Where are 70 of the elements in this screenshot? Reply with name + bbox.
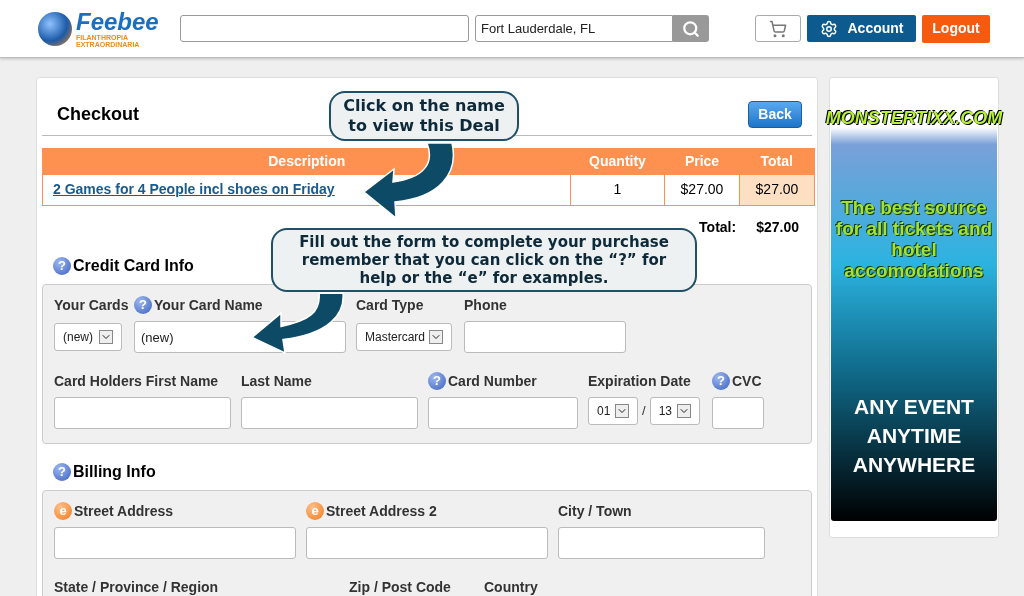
ad-slogan: ANYTIME — [866, 423, 962, 449]
text-field[interactable] — [54, 397, 231, 429]
help-icon[interactable]: ? — [712, 372, 730, 390]
column-header: Price — [664, 148, 740, 175]
total-value: $27.00 — [756, 218, 799, 237]
cart-button[interactable] — [755, 15, 801, 42]
back-button[interactable]: Back — [748, 101, 802, 128]
field-label: CVC — [732, 371, 762, 391]
table-cell: $27.00 — [739, 174, 815, 206]
field-label: Card Number — [448, 371, 537, 391]
field-label: Country — [484, 577, 538, 596]
field-label: State / Province / Region — [54, 577, 219, 596]
page-title: Checkout — [57, 103, 139, 126]
ad-slogan: ANYWHERE — [852, 452, 976, 478]
deal-link[interactable]: 2 Games for 4 People incl shoes on Friday — [53, 181, 335, 198]
dropdown-caret-icon — [99, 330, 113, 344]
cart-icon — [769, 19, 787, 38]
help-icon[interactable]: ? — [428, 372, 446, 390]
help-icon[interactable]: ? — [53, 257, 71, 275]
total-label: Total: — [699, 218, 737, 237]
section-heading: Billing Info — [73, 462, 156, 482]
account-button[interactable]: Account — [807, 15, 916, 42]
search-button[interactable] — [673, 15, 709, 42]
table-cell: 1 — [570, 174, 665, 206]
text-field[interactable] — [306, 527, 548, 559]
text-field[interactable] — [712, 397, 764, 429]
text-field[interactable] — [464, 321, 626, 353]
settings-icon — [819, 19, 838, 38]
search-field[interactable] — [180, 15, 469, 42]
logout-button[interactable]: Logout — [922, 14, 990, 43]
dropdown[interactable]: Mastercard — [356, 323, 452, 351]
tooltip-callout: Fill out the form to complete your purchase remember that you can click on the “?” for help or the “e” for examples. — [271, 228, 697, 292]
column-header: Description — [42, 148, 571, 175]
dropdown-caret-icon — [676, 404, 691, 418]
text-field[interactable] — [54, 527, 296, 559]
field-label: Your Cards — [54, 295, 129, 315]
field-label: Street Address — [74, 501, 174, 521]
column-header: Quantity — [570, 148, 665, 175]
example-icon[interactable]: e — [306, 502, 324, 520]
dropdown[interactable]: 01 — [588, 397, 638, 425]
dropdown-caret-icon — [615, 404, 629, 418]
help-icon[interactable]: ? — [53, 463, 71, 481]
column-header: Total — [739, 148, 815, 175]
ad-slogan: ANY EVENT — [854, 394, 974, 420]
tooltip-callout: Click on the name to view this Deal — [329, 91, 519, 141]
table-cell: $27.00 — [664, 174, 740, 206]
ad-tagline: The best source for all tickets and hotel accomodations — [834, 197, 994, 281]
dropdown[interactable]: 13 — [649, 397, 700, 425]
field-label: Last Name — [241, 371, 312, 391]
help-icon[interactable]: ? — [134, 296, 152, 314]
example-icon[interactable]: e — [54, 502, 72, 520]
field-label: Phone — [464, 295, 507, 315]
date-separator: / — [642, 402, 646, 421]
field-label: Street Address 2 — [326, 501, 437, 521]
ad-brand: MONSTERTIXX.COM — [825, 109, 1003, 127]
search-icon — [682, 19, 700, 38]
field-label: Card Type — [356, 295, 424, 315]
dropdown-caret-icon — [429, 330, 443, 344]
text-field[interactable] — [241, 397, 418, 429]
logo-name: Feebee — [76, 9, 159, 34]
field-label: Your Card Name — [154, 295, 263, 315]
field-label: City / Town — [558, 501, 632, 521]
field-label: Expiration Date — [588, 371, 691, 391]
dropdown[interactable]: (new) — [54, 323, 122, 351]
text-field[interactable] — [558, 527, 765, 559]
text-field[interactable] — [428, 397, 578, 429]
field-label: Zip / Post Code — [349, 577, 451, 596]
section-heading: Credit Card Info — [73, 256, 194, 276]
location-field[interactable]: Fort Lauderdale, FL — [475, 15, 673, 42]
field-label: Card Holders First Name — [54, 371, 219, 391]
